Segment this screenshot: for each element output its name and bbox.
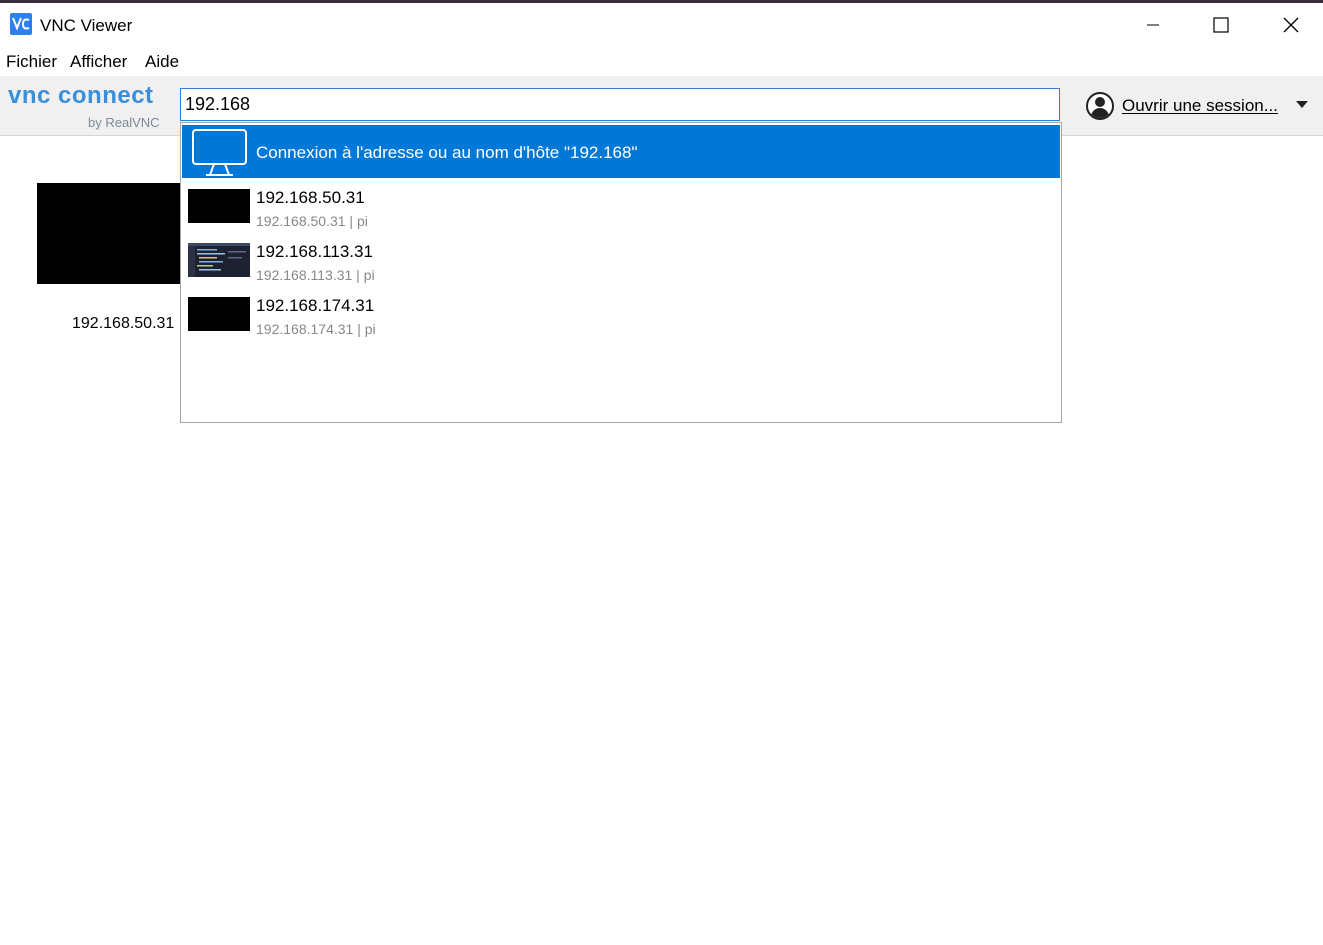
search-input[interactable]: 192.168 <box>180 88 1060 121</box>
suggestion-subtitle: 192.168.50.31 | pi <box>256 213 368 229</box>
suggestion-title: 192.168.50.31 <box>256 188 365 207</box>
connect-to-address-option[interactable]: Connexion à l'adresse ou au nom d'hôte "… <box>182 125 1060 178</box>
search-suggestions: Connexion à l'adresse ou au nom d'hôte "… <box>180 122 1062 423</box>
suggestion-item[interactable]: 192.168.50.31 192.168.50.31 | pi <box>182 179 1060 233</box>
close-icon <box>1283 17 1299 33</box>
user-avatar-icon <box>1086 92 1114 120</box>
monitor-icon <box>192 129 247 176</box>
signin-label: Ouvrir une session... <box>1122 96 1278 115</box>
menu-bar: Fichier Afficher Aide <box>0 47 1323 76</box>
suggestion-item[interactable]: 192.168.174.31 192.168.174.31 | pi <box>182 287 1060 341</box>
logo-sub-text: by RealVNC <box>88 115 160 130</box>
suggestion-title: 192.168.174.31 <box>256 296 375 315</box>
connect-option-label: Connexion à l'adresse ou au nom d'hôte "… <box>256 143 638 162</box>
suggestion-subtitle: 192.168.113.31 | pi <box>256 267 375 283</box>
dropdown-caret-icon[interactable] <box>1296 101 1308 108</box>
title-bar: VNC Viewer <box>0 3 1323 47</box>
suggestion-item[interactable]: 192.168.113.31 192.168.113.31 | pi <box>182 233 1060 287</box>
address-book-thumbnail[interactable] <box>37 183 183 284</box>
close-button[interactable] <box>1256 3 1323 47</box>
menu-aide[interactable]: Aide <box>145 52 179 72</box>
suggestion-title: 192.168.113.31 <box>256 242 373 261</box>
window-title: VNC Viewer <box>40 16 133 35</box>
suggestion-subtitle: 192.168.174.31 | pi <box>256 321 376 337</box>
address-book-label[interactable]: 192.168.50.31 <box>72 315 174 333</box>
signin-button[interactable]: Ouvrir une session... <box>1086 91 1278 121</box>
menu-afficher[interactable]: Afficher <box>70 52 127 72</box>
vnc-connect-logo: vnc connect by RealVNC <box>8 82 160 131</box>
minimize-button[interactable] <box>1118 3 1188 47</box>
logo-main-text: vnc connect <box>8 82 154 109</box>
maximize-button[interactable] <box>1186 3 1256 47</box>
vnc-app-icon <box>10 13 32 35</box>
maximize-icon <box>1213 17 1229 33</box>
minimize-icon <box>1147 24 1159 26</box>
suggestion-thumbnail <box>188 243 250 277</box>
suggestion-thumbnail <box>188 297 250 331</box>
suggestion-thumbnail <box>188 189 250 223</box>
menu-fichier[interactable]: Fichier <box>6 52 57 72</box>
